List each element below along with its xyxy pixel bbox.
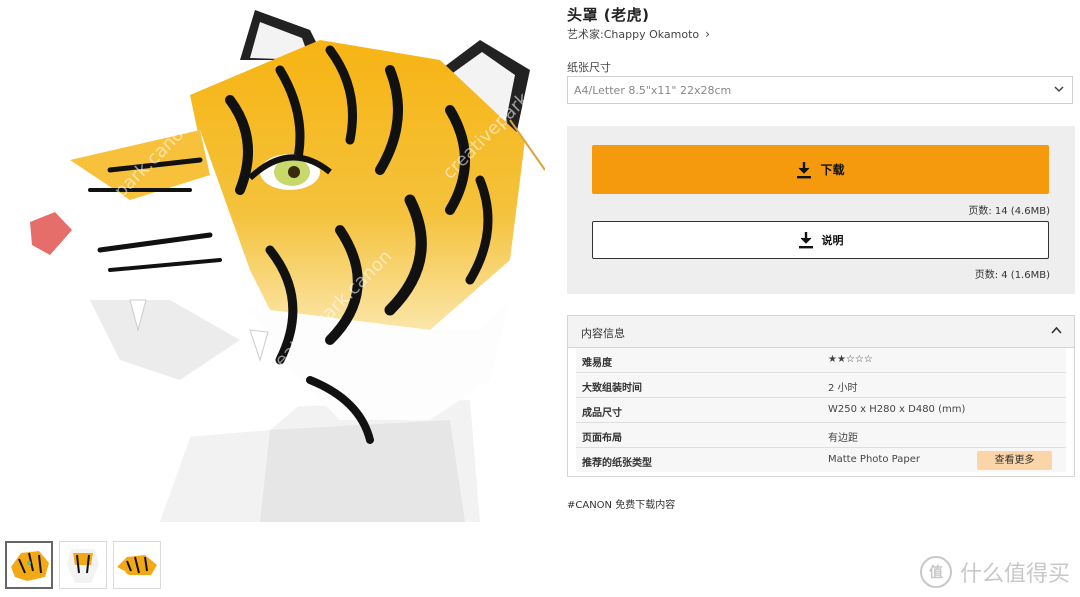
chevron-up-icon[interactable] [1051, 325, 1062, 336]
thumbnail-3[interactable] [113, 541, 161, 589]
info-value: W250 x H280 x D480 (mm) [828, 404, 966, 415]
info-row-paper-type: 推荐的纸张类型 Matte Photo Paper 查看更多 [576, 448, 1066, 472]
info-value: ★★☆☆☆ [828, 354, 873, 365]
view-more-button[interactable]: 查看更多 [977, 451, 1052, 470]
info-value: Matte Photo Paper [828, 454, 920, 465]
info-row-size: 成品尺寸 W250 x H280 x D480 (mm) [576, 398, 1066, 423]
product-main-image: creativepark.canon creativepark.canon cr… [10, 0, 545, 522]
chevron-down-icon [1054, 86, 1064, 93]
chevron-right-icon: › [705, 27, 710, 41]
product-title: 头罩 (老虎) [567, 6, 650, 24]
instructions-button[interactable]: 说明 [592, 221, 1049, 259]
info-key: 推荐的纸张类型 [582, 458, 652, 469]
watermark-logo-icon: 值 [919, 556, 952, 588]
paper-size-select[interactable]: A4/Letter 8.5"x11" 22x28cm [567, 76, 1073, 104]
artist-link[interactable]: 艺术家:Chappy Okamoto › [567, 26, 710, 42]
thumbnail-strip [5, 541, 161, 589]
instructions-meta: 页数: 4 (1.6MB) [974, 270, 1050, 281]
info-row-layout: 页面布局 有边距 [576, 423, 1066, 448]
info-value: 有边距 [828, 433, 858, 444]
download-meta: 页数: 14 (4.6MB) [968, 206, 1050, 217]
artist-label: 艺术家:Chappy Okamoto [567, 28, 700, 41]
site-watermark: 值 什么值得买 [919, 556, 1070, 588]
watermark-text: 什么值得买 [959, 562, 1070, 587]
info-row-assembly-time: 大致组装时间 2 小时 [576, 373, 1066, 398]
content-info-panel: 内容信息 难易度 ★★☆☆☆ 大致组装时间 2 小时 成品尺寸 W250 x H… [567, 315, 1075, 477]
download-panel: 下载 页数: 14 (4.6MB) 说明 页数: 4 (1.6MB) [567, 126, 1075, 294]
thumbnail-2[interactable] [59, 541, 107, 589]
paper-size-label: 纸张尺寸 [567, 61, 611, 74]
info-key: 成品尺寸 [582, 408, 622, 419]
info-value: 2 小时 [828, 383, 858, 394]
content-info-header[interactable]: 内容信息 [568, 316, 1074, 348]
paper-size-value: A4/Letter 8.5"x11" 22x28cm [574, 84, 732, 97]
info-key: 难易度 [582, 358, 612, 369]
free-download-tag[interactable]: #CANON 免费下载内容 [567, 496, 675, 511]
thumbnail-1[interactable] [5, 541, 53, 589]
instructions-label: 说明 [821, 234, 844, 247]
download-icon [797, 161, 812, 178]
content-info-title: 内容信息 [581, 327, 625, 340]
download-label: 下载 [820, 163, 845, 177]
info-key: 大致组装时间 [582, 383, 642, 394]
info-row-difficulty: 难易度 ★★☆☆☆ [576, 348, 1066, 373]
content-info-rows: 难易度 ★★☆☆☆ 大致组装时间 2 小时 成品尺寸 W250 x H280 x… [576, 348, 1066, 472]
info-key: 页面布局 [582, 433, 622, 444]
download-icon [798, 232, 813, 249]
download-button[interactable]: 下载 [592, 145, 1049, 194]
